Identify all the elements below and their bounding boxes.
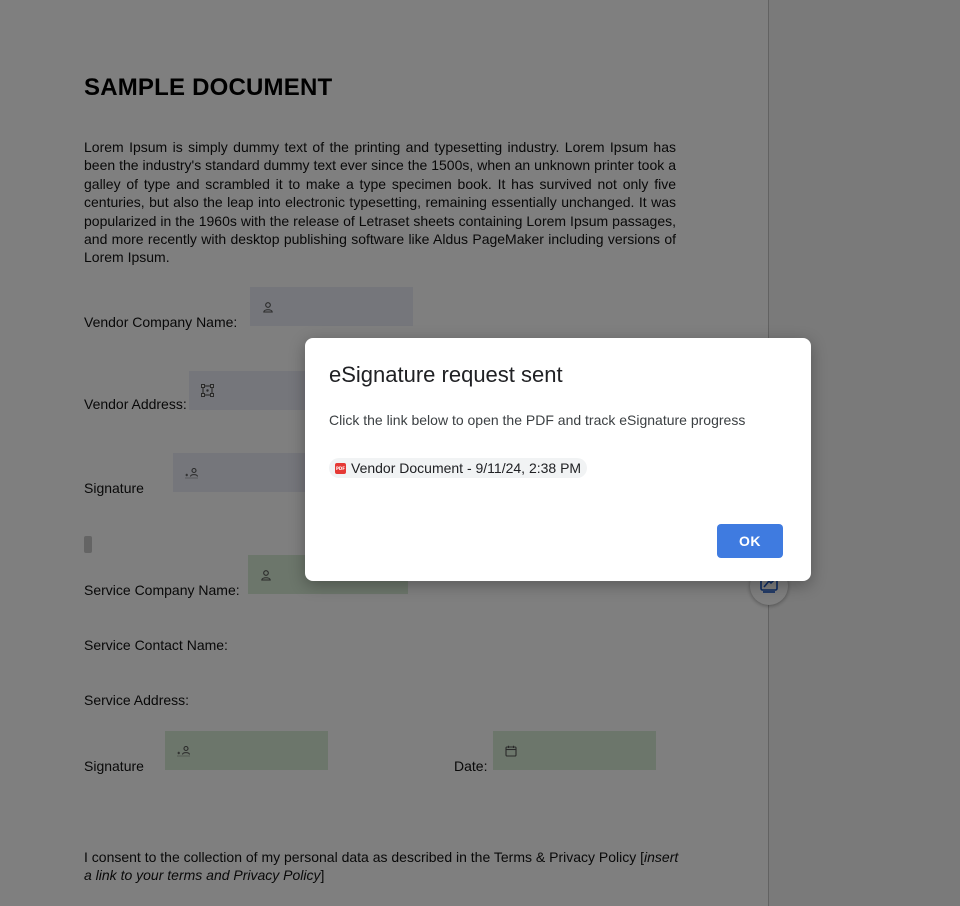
pdf-file-icon: PDF bbox=[335, 462, 346, 474]
dialog-title: eSignature request sent bbox=[329, 362, 563, 387]
esignature-sent-dialog: eSignature request sent Click the link b… bbox=[305, 338, 811, 581]
ok-button[interactable]: OK bbox=[717, 524, 783, 558]
file-chip-label: Vendor Document - 9/11/24, 2:38 PM bbox=[351, 460, 582, 476]
dialog-message: Click the link below to open the PDF and… bbox=[329, 412, 746, 428]
vendor-document-link-chip[interactable]: PDF Vendor Document - 9/11/24, 2:38 PM bbox=[329, 458, 588, 478]
